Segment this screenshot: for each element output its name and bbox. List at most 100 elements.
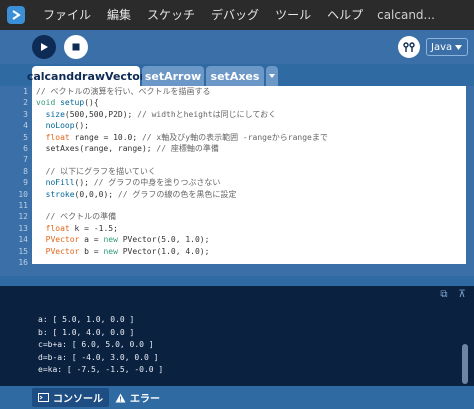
- line-number: 13: [18, 223, 28, 233]
- console-tab-label: コンソール: [53, 394, 103, 405]
- code-token: float: [45, 223, 70, 233]
- code-token: stroke: [45, 189, 75, 199]
- chevron-down-icon: [455, 44, 463, 50]
- line-number: 8: [23, 166, 28, 176]
- code-token: PVector(1.0, 4.0);: [117, 246, 210, 256]
- chevron-down-icon: [269, 74, 275, 78]
- console-line: a: [ 5.0, 1.0, 0.0 ]: [38, 315, 135, 324]
- line-number: 9: [23, 178, 28, 188]
- code-token: PVector: [45, 235, 80, 245]
- line-number: 1: [23, 87, 28, 96]
- stop-icon: [72, 43, 80, 51]
- line-number: 5: [23, 132, 28, 142]
- menu-edit[interactable]: 編集: [99, 0, 139, 30]
- code-token: b =: [79, 246, 104, 256]
- console-line: b: [ 1.0, 4.0, 0.0 ]: [38, 327, 135, 337]
- line-number: 3: [23, 109, 28, 119]
- code-token: new: [103, 235, 118, 245]
- code-token: // 以下にグラフを描いていく: [45, 166, 156, 176]
- code-token: // 座標軸の準備: [156, 144, 219, 153]
- menu-debug[interactable]: デバッグ: [203, 0, 267, 30]
- code-token: a =: [79, 235, 104, 245]
- code-token: PVector: [45, 246, 80, 256]
- code-token: float: [45, 132, 70, 142]
- code-token: ();: [74, 178, 94, 188]
- menu-sketch[interactable]: スケッチ: [139, 0, 203, 30]
- menu-tools[interactable]: ツール: [267, 0, 319, 30]
- code-text-area[interactable]: // ベクトルの演算を行い、ベクトルを描画する void setup(){ siz…: [32, 86, 466, 264]
- code-line: setAxes(range, range); // 座標軸の準備: [36, 143, 219, 156]
- line-number: 15: [18, 246, 28, 256]
- code-token: noFill: [45, 178, 75, 188]
- line-number: 7: [23, 155, 28, 165]
- errors-tab-label: エラー: [130, 394, 160, 405]
- code-editor: 1 2 3 4 5 6 7 8 9 10 11 12 13 14 15 16 // ベクトルの演算を行い、ベク…: [0, 86, 474, 276]
- console-splitter[interactable]: [0, 276, 474, 286]
- line-number: 11: [18, 201, 28, 210]
- window-title: calcand...: [377, 8, 435, 22]
- tab-setaxes[interactable]: setAxes: [206, 66, 264, 86]
- line-number: 4: [23, 121, 28, 131]
- code-line: PVector b = new PVector(1.0, 4.0);: [36, 246, 210, 259]
- line-number: 12: [18, 212, 28, 222]
- code-token: new: [103, 246, 118, 256]
- code-token: range = 10.0;: [69, 132, 142, 142]
- code-token: // グラフの線の色を黒色に設定: [117, 189, 237, 199]
- code-token: ();: [74, 121, 89, 131]
- code-token: // x軸及びy軸の表示範囲 -rangeからrangeまで: [141, 132, 328, 142]
- code-token: // widthとheightは同じにしておく: [137, 109, 277, 119]
- vertical-scrollbar[interactable]: [466, 86, 474, 276]
- code-token: noLoop: [45, 121, 75, 131]
- menu-help[interactable]: ヘルプ: [319, 0, 371, 30]
- console-line: e=ka: [ -7.5, -1.5, -0.0 ]: [38, 365, 164, 374]
- run-button[interactable]: [32, 35, 56, 59]
- console-scrollbar[interactable]: [462, 344, 468, 384]
- mode-select[interactable]: Java: [426, 38, 468, 56]
- code-token: k = -1.5;: [69, 223, 118, 233]
- line-number: 14: [18, 235, 28, 245]
- status-bar: コンソール エラー: [0, 386, 474, 409]
- tab-setarrow[interactable]: setArrow: [142, 66, 204, 86]
- errors-tab[interactable]: エラー: [109, 388, 166, 407]
- clear-icon[interactable]: ⊼: [456, 289, 468, 301]
- code-token: size: [45, 109, 65, 119]
- menu-file[interactable]: ファイル: [35, 0, 99, 30]
- line-number: 6: [23, 144, 28, 153]
- tab-calcanddrawvector[interactable]: calcanddrawVector: [27, 66, 145, 86]
- code-token: PVector(5.0, 1.0);: [117, 235, 210, 245]
- debugger-button[interactable]: [398, 36, 420, 58]
- console-icon: [38, 393, 49, 402]
- console-tab[interactable]: コンソール: [32, 388, 109, 407]
- line-number-gutter: 1 2 3 4 5 6 7 8 9 10 11 12 13 14 15 16: [0, 86, 32, 276]
- console-line: c=b+a: [ 6.0, 5.0, 0.0 ]: [38, 340, 154, 349]
- horizontal-scrollbar[interactable]: [32, 264, 466, 270]
- stop-button[interactable]: [64, 35, 88, 59]
- processing-icon: [7, 6, 25, 24]
- sketch-tabs: calcanddrawVector setArrow setAxes: [0, 64, 474, 86]
- console-output: a: [ 5.0, 1.0, 0.0 ] b: [ 1.0, 4.0, 0.0 ]…: [0, 304, 474, 386]
- code-token: // ベクトルの演算を行い、ベクトルを描画する: [36, 87, 211, 96]
- code-token: void: [36, 98, 61, 108]
- processing-window: ファイル 編集 スケッチ デバッグ ツール ヘルプ calcand... Jav…: [0, 0, 474, 409]
- code-line: stroke(0,0,0); // グラフの線の色を黒色に設定: [36, 189, 237, 202]
- code-token: // グラフの中身を塗りつぶさない: [93, 178, 221, 188]
- menu-bar: ファイル 編集 スケッチ デバッグ ツール ヘルプ calcand...: [0, 0, 474, 30]
- line-number: 10: [18, 189, 28, 199]
- line-number: 2: [23, 98, 28, 108]
- debugger-icon: [403, 42, 415, 52]
- console-header: ⧉ ⊼: [0, 286, 474, 304]
- copy-icon[interactable]: ⧉: [438, 289, 450, 301]
- toolbar: Java: [0, 30, 474, 64]
- code-token: setup: [60, 98, 85, 108]
- console-line: d=b-a: [ -4.0, 3.0, 0.0 ]: [38, 352, 159, 362]
- warning-icon: [115, 393, 126, 402]
- tab-menu-button[interactable]: [266, 66, 278, 86]
- code-token: setAxes(range, range);: [36, 144, 157, 153]
